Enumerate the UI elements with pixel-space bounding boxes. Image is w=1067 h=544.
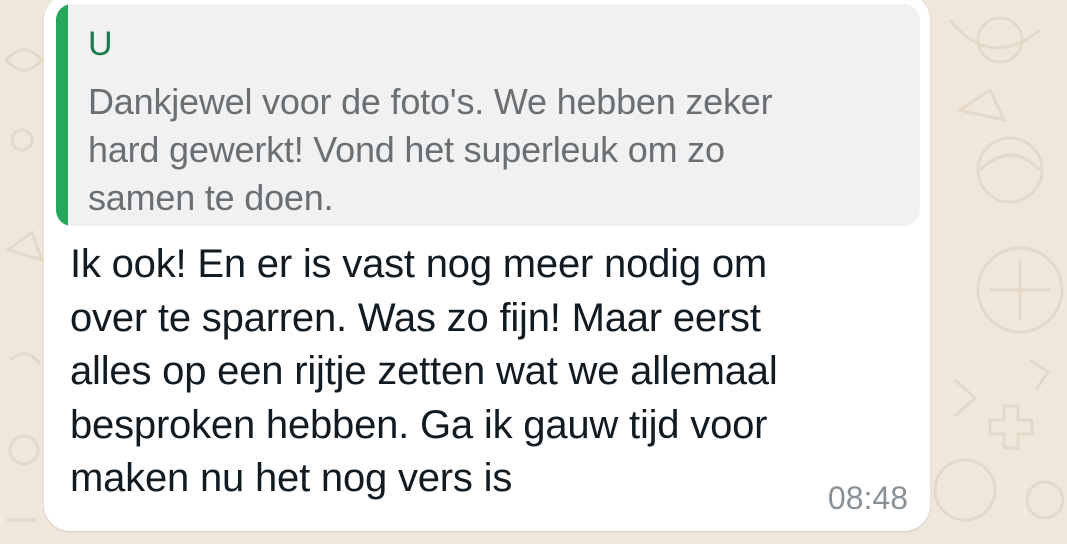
quoted-text: Dankjewel voor de foto's. We hebben zeke… xyxy=(88,78,908,222)
wallpaper-doodle xyxy=(978,153,1042,172)
message-bubble[interactable]: U Dankjewel voor de foto's. We hebben ze… xyxy=(44,0,930,531)
quote-accent-bar xyxy=(56,4,68,226)
quoted-message[interactable]: U Dankjewel voor de foto's. We hebben ze… xyxy=(56,4,920,226)
wallpaper-doodle xyxy=(1025,480,1065,520)
message-text-line: alles op een rijtje zetten wat we allema… xyxy=(70,349,778,393)
wallpaper-doodle xyxy=(976,16,1024,64)
wallpaper-doodle xyxy=(1029,358,1051,391)
wallpaper-doodle xyxy=(948,19,1041,50)
wallpaper-doodle xyxy=(976,136,1044,204)
wallpaper-doodle xyxy=(8,434,40,466)
quoted-text-line: Dankjewel voor de foto's. We hebben zeke… xyxy=(88,81,773,122)
message-timestamp: 08:48 xyxy=(827,480,908,516)
wallpaper-doodle xyxy=(933,458,997,522)
message-text-line: besproken hebben. Ga ik gauw tijd voor xyxy=(70,402,768,447)
wallpaper-doodle xyxy=(9,352,42,365)
wallpaper-doodle xyxy=(953,378,978,418)
quoted-text-line: samen te doen. xyxy=(88,177,334,218)
message-text-line: maken nu het nog vers is xyxy=(70,456,513,500)
wallpaper-doodle xyxy=(4,48,45,72)
quoted-author: U xyxy=(88,25,113,63)
wallpaper-doodle xyxy=(10,128,34,152)
message-text-line: Ik ook! En er is vast nog meer nodig om xyxy=(70,242,767,286)
message-text-line: over te sparren. Was zo fijn! Maar eerst xyxy=(70,295,761,340)
wallpaper-doodle xyxy=(956,87,1007,123)
quoted-text-line: hard gewerkt! Vond het superleuk om zo xyxy=(88,129,725,170)
wallpaper-doodle xyxy=(988,404,1034,450)
wallpaper-doodle xyxy=(990,260,1050,320)
message-text: Ik ook! En er is vast nog meer nodig om … xyxy=(70,238,920,506)
wallpaper-doodle xyxy=(4,229,45,263)
